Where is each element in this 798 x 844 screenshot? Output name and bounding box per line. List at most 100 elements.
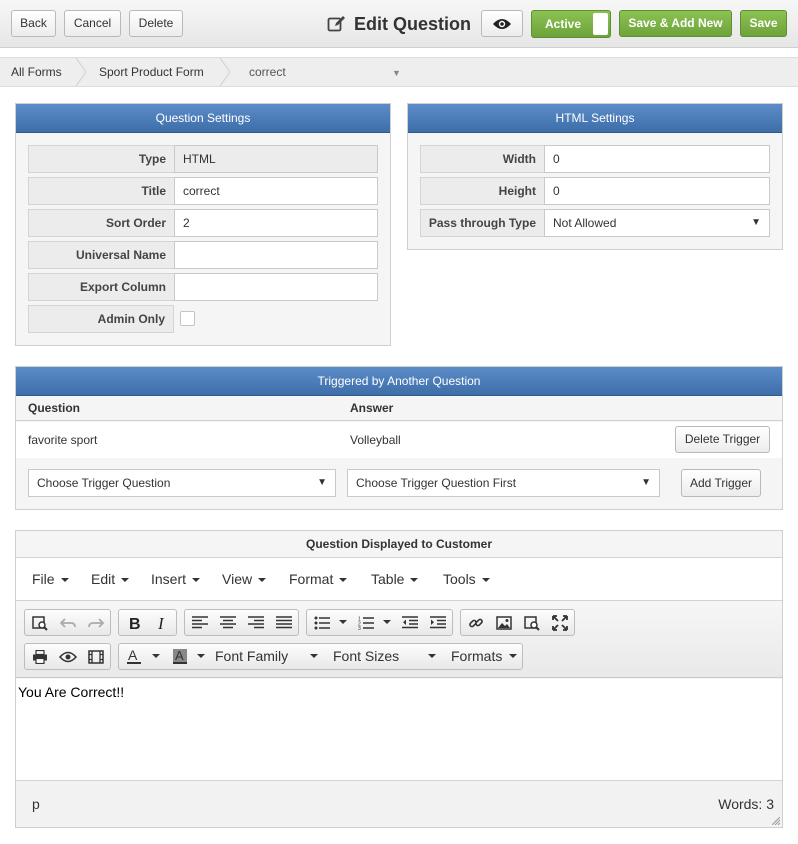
- chevron-down-icon[interactable]: [339, 620, 347, 624]
- numbered-list-icon[interactable]: 123: [352, 610, 380, 635]
- breadcrumb-all-forms[interactable]: All Forms: [11, 58, 62, 86]
- triggers-header: Triggered by Another Question: [16, 367, 782, 396]
- answer-column-header: Answer: [350, 401, 394, 415]
- image-icon[interactable]: [490, 610, 518, 635]
- chevron-down-icon: [60, 578, 69, 583]
- italic-icon[interactable]: I: [148, 610, 176, 635]
- admin-only-label: Admin Only: [28, 305, 174, 333]
- menu-view-label: View: [222, 571, 253, 587]
- trigger-question: favorite sport: [28, 433, 98, 447]
- outdent-icon[interactable]: [396, 610, 424, 635]
- add-trigger-button[interactable]: Add Trigger: [681, 469, 761, 497]
- html-settings-header: HTML Settings: [408, 104, 782, 133]
- align-left-icon[interactable]: [186, 610, 214, 635]
- menu-view[interactable]: View: [222, 558, 267, 601]
- font-sizes-dropdown[interactable]: Font Sizes: [333, 644, 399, 669]
- active-toggle[interactable]: Active: [531, 10, 611, 38]
- chevron-down-icon[interactable]: [152, 654, 160, 658]
- pass-through-select[interactable]: Not Allowed ▼: [544, 209, 770, 237]
- toolbar-group-output: [24, 643, 111, 670]
- menu-insert[interactable]: Insert: [151, 558, 201, 601]
- question-column-header: Question: [28, 401, 81, 415]
- find-replace-icon[interactable]: [26, 610, 54, 635]
- menu-edit-label: Edit: [91, 571, 116, 587]
- title-input[interactable]: correct: [174, 177, 378, 205]
- menu-table[interactable]: Table: [371, 558, 419, 601]
- pass-through-row: Pass through Type Not Allowed ▼: [420, 209, 770, 237]
- choose-trigger-answer-select[interactable]: Choose Trigger Question First ▼: [347, 469, 660, 497]
- menu-tools-label: Tools: [443, 571, 476, 587]
- redo-icon[interactable]: [82, 610, 110, 635]
- fullscreen-icon[interactable]: [546, 610, 574, 635]
- export-column-input[interactable]: [174, 273, 378, 301]
- export-column-row: Export Column: [28, 273, 378, 301]
- preview-button[interactable]: [481, 10, 523, 37]
- back-button[interactable]: Back: [11, 10, 56, 37]
- bold-icon[interactable]: B: [120, 610, 148, 635]
- select-arrow-icon: ▼: [751, 217, 761, 228]
- menu-edit[interactable]: Edit: [91, 558, 130, 601]
- save-add-new-button[interactable]: Save & Add New: [619, 10, 732, 37]
- chevron-down-icon[interactable]: [383, 620, 391, 624]
- menu-table-label: Table: [371, 571, 405, 587]
- save-button[interactable]: Save: [740, 10, 787, 37]
- chevron-down-icon[interactable]: [509, 654, 517, 658]
- align-justify-icon[interactable]: [270, 610, 298, 635]
- chevron-down-icon: [258, 578, 267, 583]
- top-toolbar: Back Cancel Delete Edit Question Active …: [0, 0, 798, 48]
- text-color-icon[interactable]: A: [120, 644, 148, 669]
- sort-order-input[interactable]: 2: [174, 209, 378, 237]
- editor-content-text[interactable]: You Are Correct!!: [18, 684, 124, 700]
- editor-statusbar: p Words: 3: [16, 780, 782, 827]
- preview-icon[interactable]: [54, 644, 82, 669]
- admin-only-cell: [174, 305, 378, 333]
- breadcrumb-form[interactable]: Sport Product Form: [99, 58, 204, 86]
- table-row: favorite sport Volleyball Delete Trigger: [16, 422, 782, 458]
- title-row: Title correct: [28, 177, 378, 205]
- chevron-down-icon: [481, 578, 490, 583]
- active-toggle-label: Active: [544, 17, 582, 31]
- chevron-down-icon[interactable]: [428, 654, 436, 658]
- element-path[interactable]: p: [32, 781, 40, 828]
- link-icon[interactable]: [462, 610, 490, 635]
- breadcrumb-current: correct: [249, 65, 286, 79]
- cancel-button[interactable]: Cancel: [64, 10, 121, 37]
- choose-trigger-question-text: Choose Trigger Question: [37, 476, 171, 490]
- pass-through-label: Pass through Type: [420, 209, 544, 237]
- editor-content-area[interactable]: You Are Correct!!: [16, 679, 782, 780]
- print-icon[interactable]: [26, 644, 54, 669]
- background-color-icon[interactable]: A: [166, 644, 194, 669]
- menu-insert-label: Insert: [151, 571, 187, 587]
- chevron-down-icon[interactable]: [197, 654, 205, 658]
- editor-toolbar: B I 1 2 3 A A Font Family Font Sizes For…: [16, 602, 782, 678]
- font-family-dropdown[interactable]: Font Family: [215, 644, 288, 669]
- indent-icon[interactable]: [424, 610, 452, 635]
- menu-tools[interactable]: Tools: [443, 558, 490, 601]
- choose-trigger-question-select[interactable]: Choose Trigger Question ▼: [28, 469, 336, 497]
- sort-order-row: Sort Order 2: [28, 209, 378, 237]
- toolbar-group-insert: [460, 609, 575, 636]
- universal-name-row: Universal Name: [28, 241, 378, 269]
- bullet-list-icon[interactable]: [308, 610, 336, 635]
- undo-icon[interactable]: [54, 610, 82, 635]
- height-label: Height: [420, 177, 544, 205]
- media-icon[interactable]: [82, 644, 110, 669]
- width-input[interactable]: 0: [544, 145, 770, 173]
- formats-dropdown[interactable]: Formats: [451, 644, 502, 669]
- chevron-down-icon[interactable]: [310, 654, 318, 658]
- height-input[interactable]: 0: [544, 177, 770, 205]
- menu-file[interactable]: File: [32, 558, 69, 601]
- delete-button[interactable]: Delete: [129, 10, 183, 37]
- search-icon[interactable]: [518, 610, 546, 635]
- resize-handle-icon[interactable]: [772, 817, 780, 825]
- universal-name-input[interactable]: [174, 241, 378, 269]
- editor-menubar: File Edit Insert View Format Table Tools: [16, 558, 782, 601]
- chevron-down-icon: [121, 578, 130, 583]
- breadcrumb-dropdown-icon[interactable]: ▼: [392, 68, 401, 78]
- toolbar-group-lists: 123: [306, 609, 453, 636]
- menu-format[interactable]: Format: [289, 558, 348, 601]
- admin-only-checkbox[interactable]: [180, 311, 195, 326]
- align-center-icon[interactable]: [214, 610, 242, 635]
- delete-trigger-button[interactable]: Delete Trigger: [675, 426, 770, 453]
- align-right-icon[interactable]: [242, 610, 270, 635]
